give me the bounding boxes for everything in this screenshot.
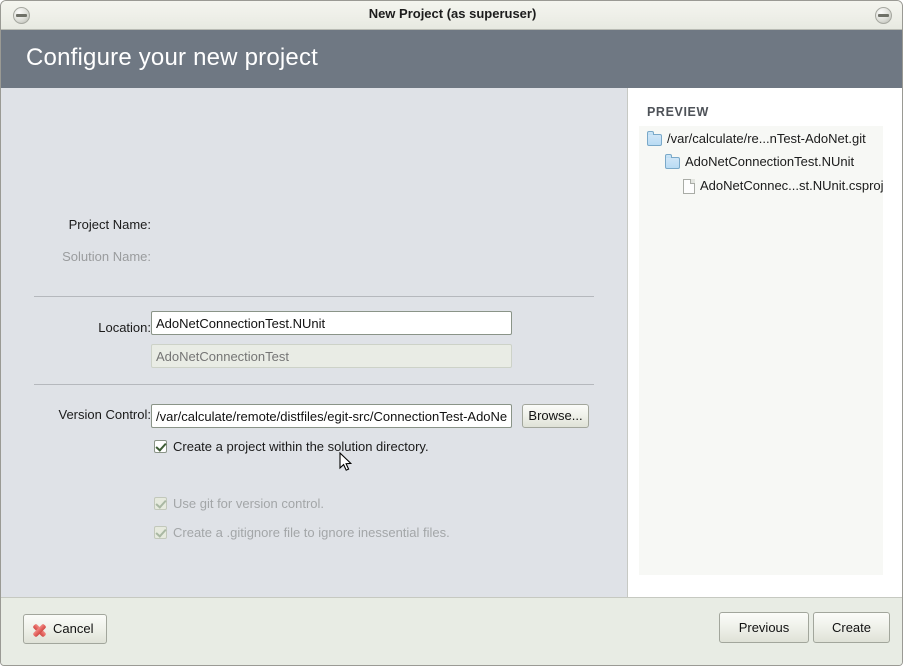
solution-name-row: Solution Name: <box>1 245 151 269</box>
create-within-solution-label: Create a project within the solution dir… <box>173 439 429 454</box>
preview-heading: PREVIEW <box>647 105 709 119</box>
location-label: Location: <box>98 320 151 335</box>
browse-button[interactable]: Browse... <box>522 404 589 428</box>
list-item-label: /var/calculate/re...nTest-AdoNet.git <box>667 131 866 146</box>
preview-panel: PREVIEW /var/calculate/re...nTest-AdoNet… <box>627 88 902 597</box>
list-item-label: AdoNetConnec...st.NUnit.csproj <box>700 178 884 193</box>
list-item[interactable]: /var/calculate/re...nTest-AdoNet.git <box>639 126 883 151</box>
folder-icon <box>647 131 662 146</box>
page-banner: Configure your new project <box>1 30 902 88</box>
previous-button[interactable]: Previous <box>719 612 809 643</box>
version-control-label: Version Control: <box>58 407 152 422</box>
cancel-button[interactable]: Cancel <box>23 614 107 644</box>
folder-icon <box>665 154 680 169</box>
configuration-panel: Project Name: Solution Name: Location: B… <box>1 88 627 597</box>
window-title: New Project (as superuser) <box>368 6 537 21</box>
window-menu-icon-right[interactable] <box>875 7 892 24</box>
list-item[interactable]: AdoNetConnec...st.NUnit.csproj <box>639 174 884 200</box>
create-gitignore-checkbox: Create a .gitignore file to ignore iness… <box>154 525 450 543</box>
create-button[interactable]: Create <box>813 612 890 643</box>
new-project-dialog: New Project (as superuser) Configure you… <box>0 0 903 666</box>
solution-name-label: Solution Name: <box>62 249 151 264</box>
checkbox-checked-disabled-icon <box>154 526 167 539</box>
create-gitignore-label: Create a .gitignore file to ignore iness… <box>173 525 450 540</box>
project-name-input[interactable] <box>151 311 512 335</box>
create-within-solution-checkbox[interactable]: Create a project within the solution dir… <box>154 439 429 457</box>
title-bar: New Project (as superuser) <box>1 1 902 30</box>
list-item-label: AdoNetConnectionTest.NUnit <box>685 154 855 169</box>
file-icon <box>683 179 695 194</box>
dialog-body: Project Name: Solution Name: Location: B… <box>1 88 902 597</box>
version-control-row: Version Control: <box>1 403 152 427</box>
solution-name-input <box>151 344 512 368</box>
project-name-row: Project Name: <box>1 213 151 237</box>
separator-2 <box>34 384 594 385</box>
use-git-checkbox: Use git for version control. <box>154 496 324 514</box>
checkbox-checked-disabled-icon <box>154 497 167 510</box>
location-row: Location: <box>1 316 151 340</box>
dialog-footer: Cancel Previous Create <box>1 597 902 665</box>
list-item[interactable]: AdoNetConnectionTest.NUnit <box>639 151 883 174</box>
preview-tree[interactable]: /var/calculate/re...nTest-AdoNet.git Ado… <box>639 126 884 575</box>
page-title: Configure your new project <box>26 44 319 71</box>
project-name-label: Project Name: <box>68 217 151 232</box>
use-git-label: Use git for version control. <box>173 496 325 511</box>
separator-1 <box>34 296 594 297</box>
checkbox-checked-icon <box>154 440 167 453</box>
location-input[interactable] <box>151 404 512 428</box>
cancel-button-label: Cancel <box>53 621 94 636</box>
cancel-x-icon <box>31 622 47 638</box>
